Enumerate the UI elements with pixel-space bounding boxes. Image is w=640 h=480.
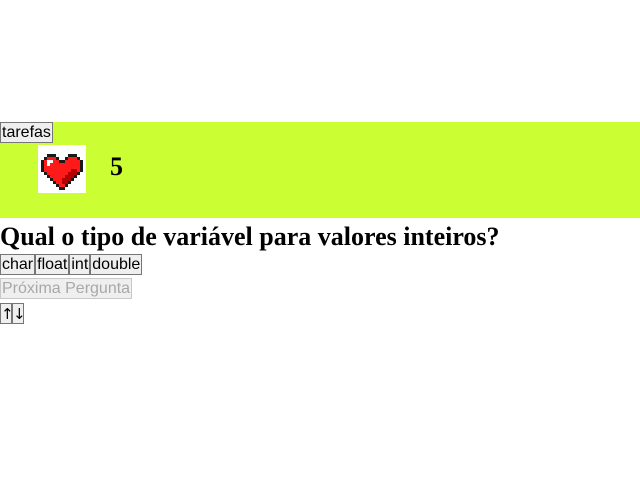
option-double-button[interactable]: double: [90, 254, 143, 275]
answer-options: char float int double: [0, 254, 143, 275]
heart-icon: [38, 145, 86, 193]
down-arrow-button[interactable]: ↓: [12, 303, 26, 324]
option-float-button[interactable]: float: [35, 254, 70, 275]
question-text: Qual o tipo de variável para valores int…: [0, 222, 500, 251]
arrow-controls: ↑ ↓: [0, 303, 26, 324]
lives-count: 5: [110, 152, 123, 181]
tasks-button[interactable]: tarefas: [0, 122, 53, 143]
up-arrow-button[interactable]: ↑: [0, 303, 14, 324]
quiz-page: tarefas 5 Qual o tipo de variável para v…: [0, 0, 640, 480]
option-char-button[interactable]: char: [0, 254, 36, 275]
status-banner: 5: [0, 122, 640, 218]
option-int-button[interactable]: int: [69, 254, 91, 275]
next-question-button[interactable]: Próxima Pergunta: [0, 278, 133, 299]
